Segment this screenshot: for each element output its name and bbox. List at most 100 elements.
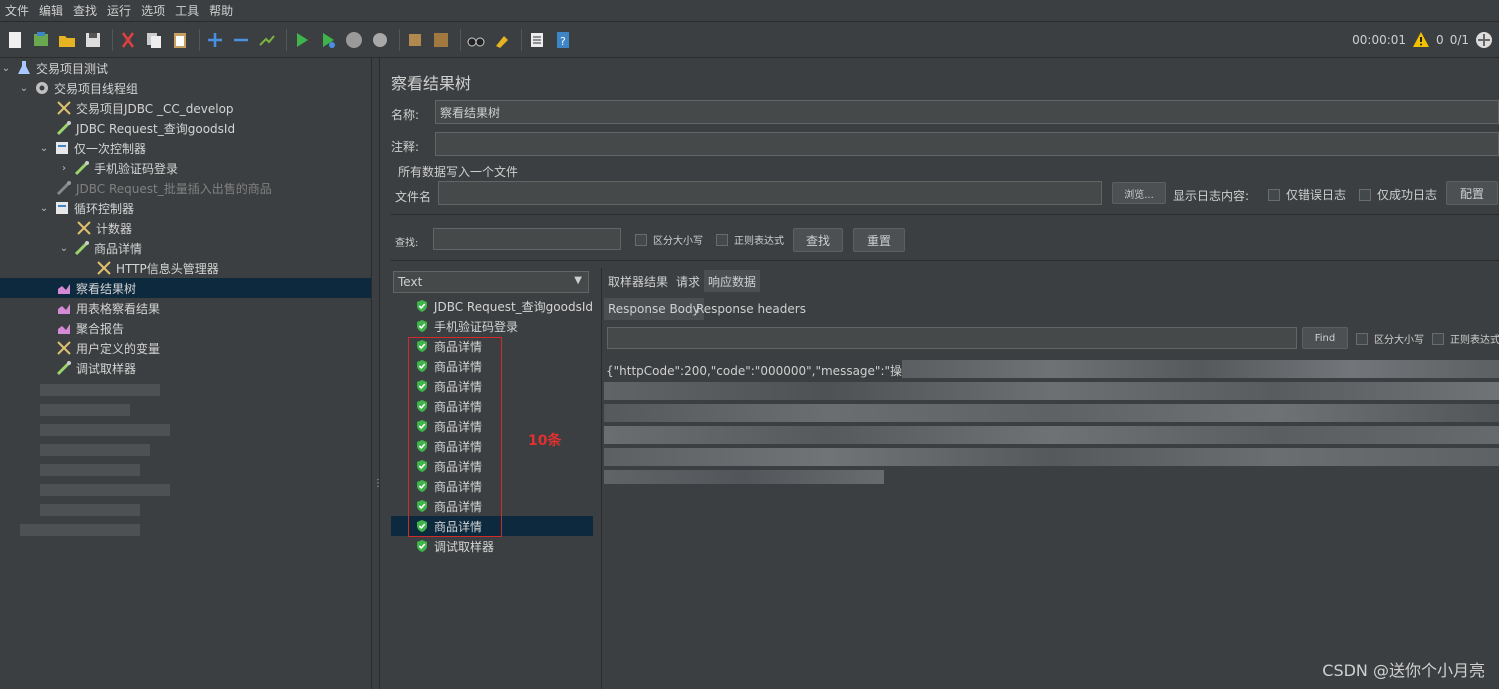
success-only-checkbox[interactable]: 仅成功日志 xyxy=(1359,186,1437,203)
function-helper-icon[interactable] xyxy=(526,29,548,51)
tree-node-label: JDBC Request_批量插入出售的商品 xyxy=(76,181,272,196)
copy-icon[interactable] xyxy=(143,29,165,51)
checkbox-box[interactable] xyxy=(1268,188,1280,201)
tree-node-thread-group[interactable]: ⌄ 交易项目线程组 xyxy=(18,78,138,98)
cut-icon[interactable] xyxy=(117,29,139,51)
help-icon[interactable]: ? xyxy=(552,29,574,51)
filename-input[interactable] xyxy=(438,181,1102,205)
chevron-down-icon[interactable]: ⌄ xyxy=(58,243,70,254)
tree-node-counter[interactable]: 计数器 xyxy=(76,218,132,238)
tree-node-loop-controller[interactable]: ⌄ 循环控制器 xyxy=(38,198,134,218)
tree-node-aggregate-report[interactable]: 聚合报告 xyxy=(56,318,124,338)
stop-icon[interactable] xyxy=(343,29,365,51)
result-item[interactable]: JDBC Request_查询goodsId xyxy=(391,296,593,316)
name-input[interactable]: 察看结果树 xyxy=(435,100,1499,124)
tab-sampler-result[interactable]: 取样器结果 xyxy=(604,270,672,292)
clear-all-icon[interactable] xyxy=(430,29,452,51)
wrench-icon xyxy=(76,220,92,236)
tab-response-body[interactable]: Response Body xyxy=(604,298,704,320)
reset-search-icon[interactable] xyxy=(491,29,513,51)
chevron-down-icon[interactable]: ▼ xyxy=(574,275,582,286)
checkbox-box[interactable] xyxy=(635,233,647,246)
tree-node-view-results-tree[interactable]: 察看结果树 xyxy=(0,278,371,298)
blurred-response xyxy=(604,426,1499,444)
pipette-icon xyxy=(56,180,72,196)
toolbar-separator xyxy=(521,28,522,51)
blurred-response xyxy=(604,470,884,484)
menu-edit[interactable]: 编辑 xyxy=(34,2,68,19)
warning-icon[interactable] xyxy=(1412,31,1430,49)
menu-tools[interactable]: 工具 xyxy=(170,2,204,19)
chevron-down-icon[interactable]: ⌄ xyxy=(38,143,50,154)
wrench-icon xyxy=(56,340,72,356)
section-divider[interactable] xyxy=(391,260,1499,266)
blurred-region xyxy=(40,424,170,436)
start-no-pause-icon[interactable] xyxy=(317,29,339,51)
tree-node-table-results[interactable]: 用表格察看结果 xyxy=(56,298,160,318)
browse-button[interactable]: 浏览... xyxy=(1112,182,1166,204)
response-search-input[interactable] xyxy=(607,327,1297,349)
expand-icon[interactable] xyxy=(204,29,226,51)
search-binoculars-icon[interactable] xyxy=(465,29,487,51)
comment-input[interactable] xyxy=(435,132,1499,156)
search-button[interactable]: 查找 xyxy=(793,228,843,252)
templates-icon[interactable] xyxy=(30,29,52,51)
response-regex-checkbox[interactable]: 正则表达式 xyxy=(1432,331,1499,346)
render-mode-select[interactable]: Text ▼ xyxy=(393,271,589,293)
case-sensitive-checkbox[interactable]: 区分大小写 xyxy=(635,232,703,247)
response-regex-label: 正则表达式 xyxy=(1450,335,1499,346)
tree-node-user-variables[interactable]: 用户定义的变量 xyxy=(56,338,160,358)
result-item[interactable]: 手机验证码登录 xyxy=(391,316,593,336)
configure-button[interactable]: 配置 xyxy=(1446,181,1498,205)
search-input[interactable] xyxy=(433,228,621,250)
response-case-checkbox[interactable]: 区分大小写 xyxy=(1356,331,1424,346)
toolbar-separator xyxy=(199,28,200,51)
tree-node-header-manager[interactable]: HTTP信息头管理器 xyxy=(96,258,219,278)
checkbox-box[interactable] xyxy=(1356,332,1368,345)
reset-button[interactable]: 重置 xyxy=(853,228,905,252)
section-divider[interactable] xyxy=(391,214,1499,220)
clear-icon[interactable] xyxy=(404,29,426,51)
tree-node-debug-sampler[interactable]: 调试取样器 xyxy=(56,358,136,378)
chevron-down-icon[interactable]: ⌄ xyxy=(38,203,50,214)
tree-node-once-controller[interactable]: ⌄ 仅一次控制器 xyxy=(38,138,146,158)
find-button[interactable]: Find xyxy=(1302,327,1348,349)
menu-search[interactable]: 查找 xyxy=(68,2,102,19)
tree-node-jdbc-config[interactable]: 交易项目JDBC _CC_develop xyxy=(56,98,234,118)
tab-response-data[interactable]: 响应数据 xyxy=(704,270,761,292)
new-icon[interactable] xyxy=(4,29,26,51)
collapse-icon[interactable] xyxy=(230,29,252,51)
tree-node-jdbc-insert[interactable]: JDBC Request_批量插入出售的商品 xyxy=(56,178,272,198)
open-icon[interactable] xyxy=(56,29,78,51)
errors-only-checkbox[interactable]: 仅错误日志 xyxy=(1268,186,1346,203)
tree-node-sms-login[interactable]: › 手机验证码登录 xyxy=(58,158,178,178)
chevron-down-icon[interactable]: ⌄ xyxy=(0,63,12,74)
checkbox-box[interactable] xyxy=(1432,332,1444,345)
menu-options[interactable]: 选项 xyxy=(136,2,170,19)
tab-response-headers[interactable]: Response headers xyxy=(692,298,810,320)
blurred-response xyxy=(902,360,1499,378)
toggle-icon[interactable] xyxy=(256,29,278,51)
chevron-down-icon[interactable]: ⌄ xyxy=(18,83,30,94)
checkbox-box[interactable] xyxy=(716,233,728,246)
menu-help[interactable]: 帮助 xyxy=(204,2,238,19)
result-item[interactable]: 调试取样器 xyxy=(391,536,593,556)
save-icon[interactable] xyxy=(82,29,104,51)
tree-node-product-detail[interactable]: ⌄ 商品详情 xyxy=(58,238,142,258)
tree-node-jdbc-request[interactable]: JDBC Request_查询goodsId xyxy=(56,118,235,138)
tree-node-label: 察看结果树 xyxy=(76,281,137,296)
regex-checkbox[interactable]: 正则表达式 xyxy=(716,232,784,247)
menu-file[interactable]: 文件 xyxy=(0,2,34,19)
render-mode-value: Text xyxy=(398,275,423,289)
shutdown-icon[interactable] xyxy=(369,29,391,51)
start-icon[interactable] xyxy=(291,29,313,51)
tree-node-test-plan[interactable]: ⌄ 交易项目测试 xyxy=(0,58,108,78)
chevron-right-icon[interactable]: › xyxy=(58,163,70,174)
checkbox-box[interactable] xyxy=(1359,188,1371,201)
menu-run[interactable]: 运行 xyxy=(102,2,136,19)
paste-icon[interactable] xyxy=(169,29,191,51)
split-handle[interactable]: ⋮ xyxy=(372,58,383,689)
status-area: 00:00:01 0 0/1 xyxy=(1352,22,1493,58)
panel-title: 察看结果树 xyxy=(391,74,472,93)
tab-request[interactable]: 请求 xyxy=(672,270,704,292)
